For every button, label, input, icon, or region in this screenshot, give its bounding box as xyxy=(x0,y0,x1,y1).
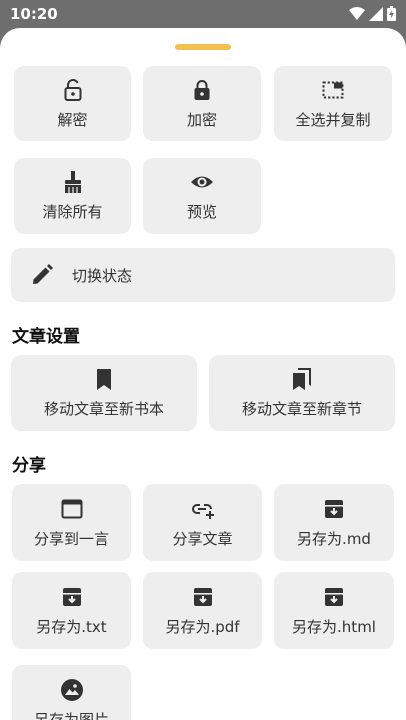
encrypt-button[interactable]: 加密 xyxy=(143,66,261,141)
share-article-button[interactable]: 分享文章 xyxy=(143,484,262,561)
share-to-yiyan-label: 分享到一言 xyxy=(33,529,109,548)
save-as-html-button[interactable]: 另存为.html xyxy=(274,572,394,649)
article-settings-heading: 文章设置 xyxy=(12,327,80,347)
move-to-new-chapter-button[interactable]: 移动文章至新章节 xyxy=(209,355,395,431)
toggle-state-button[interactable]: 切换状态 xyxy=(11,248,395,302)
move-to-new-book-button[interactable]: 移动文章至新书本 xyxy=(11,355,197,431)
clear-all-button[interactable]: 清除所有 xyxy=(14,158,131,234)
share-to-yiyan-button[interactable]: 分享到一言 xyxy=(12,484,131,561)
drag-handle[interactable] xyxy=(175,44,231,50)
select-all-icon xyxy=(322,81,344,98)
encrypt-label: 加密 xyxy=(186,110,217,129)
move-to-new-chapter-label: 移动文章至新章节 xyxy=(241,400,362,418)
toggle-state-label: 切换状态 xyxy=(72,266,133,285)
archive-icon xyxy=(325,587,343,606)
bookmarks-icon xyxy=(293,368,311,390)
save-as-html-label: 另存为.html xyxy=(292,617,376,636)
save-as-md-label: 另存为.md xyxy=(297,529,371,548)
save-as-image-button[interactable]: 另存为图片 xyxy=(12,665,131,720)
eye-icon xyxy=(191,176,213,188)
save-as-txt-button[interactable]: 另存为.txt xyxy=(12,572,131,649)
unlock-icon xyxy=(64,78,81,101)
archive-icon xyxy=(193,587,212,606)
signal-icon xyxy=(369,6,383,21)
preview-button[interactable]: 预览 xyxy=(143,158,261,234)
share-heading: 分享 xyxy=(12,456,46,476)
save-as-md-button[interactable]: 另存为.md xyxy=(274,484,394,561)
archive-icon xyxy=(62,587,81,606)
bookmark-icon xyxy=(97,369,111,390)
window-icon xyxy=(61,499,82,518)
save-as-txt-label: 另存为.txt xyxy=(36,617,107,636)
image-icon xyxy=(60,679,83,701)
link-add-icon xyxy=(191,503,214,519)
bottom-sheet: 解密 加密 全选并复制 清除所有 预览 切换状态 文章设置 移动文章至新书本 移… xyxy=(0,28,406,720)
pencil-icon xyxy=(33,264,53,284)
move-to-new-book-label: 移动文章至新书本 xyxy=(43,400,164,418)
select-all-copy-button[interactable]: 全选并复制 xyxy=(274,66,392,141)
clear-all-label: 清除所有 xyxy=(42,203,103,221)
decrypt-label: 解密 xyxy=(57,110,88,129)
save-as-pdf-label: 另存为.pdf xyxy=(165,617,240,636)
decrypt-button[interactable]: 解密 xyxy=(14,66,131,141)
save-as-image-label: 另存为图片 xyxy=(33,711,109,720)
wifi-icon xyxy=(349,6,365,20)
save-as-pdf-button[interactable]: 另存为.pdf xyxy=(143,572,262,649)
battery-icon xyxy=(387,6,396,21)
status-bar: 10:20 xyxy=(0,0,406,28)
archive-icon xyxy=(325,499,343,518)
share-article-label: 分享文章 xyxy=(172,529,233,548)
lock-icon xyxy=(194,79,210,100)
status-time: 10:20 xyxy=(10,5,58,23)
select-all-copy-label: 全选并复制 xyxy=(295,110,371,129)
preview-label: 预览 xyxy=(186,203,217,221)
clean-icon xyxy=(64,171,81,193)
status-icons xyxy=(349,6,396,21)
